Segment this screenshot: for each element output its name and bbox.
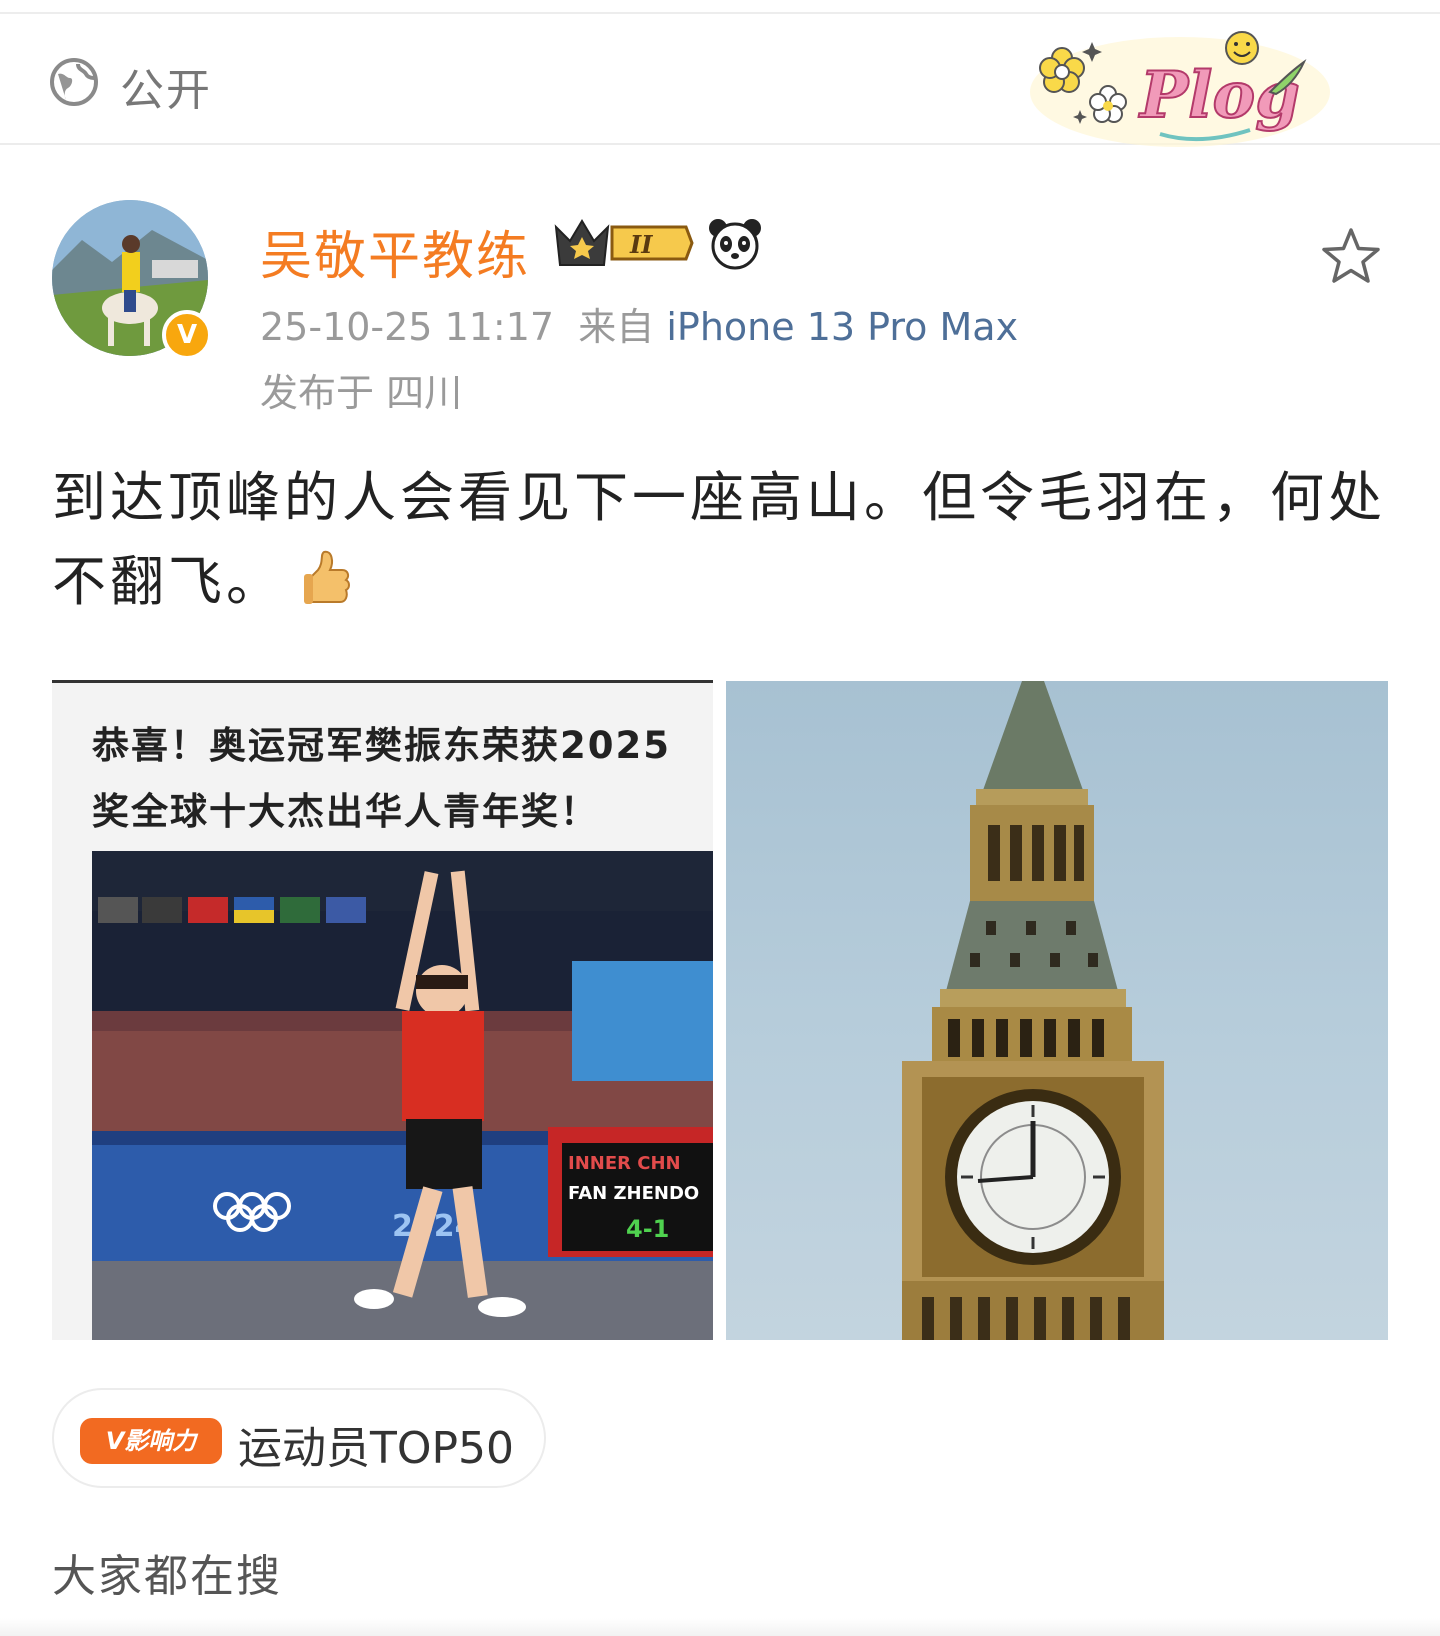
post-image-news[interactable]: 恭喜！奥运冠军樊振东荣获2025 奖全球十大杰出华人青年奖！ 2024 INNE… [52,680,713,1340]
post-location: 发布于 四川 [260,371,463,415]
news-title-line1: 恭喜！奥运冠军樊振东荣获2025 [92,724,671,767]
topic-label: 运动员TOP50 [238,1423,515,1474]
plog-sticker: Plog [1030,31,1330,147]
author-name[interactable]: 吴敬平教练 [260,214,530,289]
globe-icon [50,58,98,106]
post-device[interactable]: iPhone 13 Pro Max [666,305,1018,349]
clock-tower-photo [902,681,1164,1340]
visibility-bar: 公开 Plog [0,0,1440,147]
favorite-star-icon[interactable] [1320,226,1382,288]
scoreboard-line2: FAN ZHENDO [568,1183,699,1204]
post-source-prefix: 来自 [578,305,655,349]
level-badge-text: II [629,230,653,259]
trending-search-title: 大家都在搜 [52,1551,282,1602]
news-title: 恭喜！奥运冠军樊振东荣获2025 奖全球十大杰出华人青年奖！ [92,713,713,845]
thumbs-up-icon [304,550,350,604]
post-image-clock-tower[interactable] [726,681,1388,1340]
bottom-fade [0,1618,1440,1636]
membership-crown-icon: II [554,219,694,266]
arena-photo: 2024 INNER CHN FAN ZHENDO 4-1 [92,851,713,1340]
top-divider [0,12,1440,14]
post-text-body: 到达顶峰的人会看见下一座高山。但令毛羽在，何处不翻飞。 [52,466,1386,613]
visibility-label: 公开 [120,65,212,116]
scoreboard-line1: INNER CHN [568,1153,681,1174]
post-meta: 25-10-25 11:17 来自 iPhone 13 Pro Max [260,296,1018,351]
plog-sticker-text: Plog [1138,58,1300,133]
panda-icon [709,219,761,270]
verified-badge: V [162,310,212,360]
news-title-line2: 奖全球十大杰出华人青年奖！ [92,790,599,833]
scoreboard-score: 4-1 [626,1215,669,1243]
post-text: 到达顶峰的人会看见下一座高山。但令毛羽在，何处不翻飞。 [52,456,1392,624]
topic-chip[interactable]: V影响力 运动员TOP50 [52,1388,546,1488]
influence-badge: V影响力 [80,1418,222,1464]
post-time: 25-10-25 11:17 [260,305,555,349]
